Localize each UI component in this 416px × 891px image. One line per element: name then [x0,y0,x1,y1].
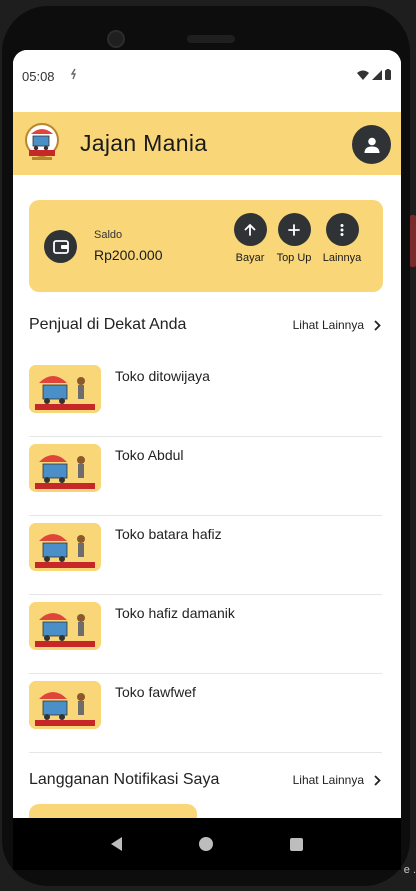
notification-card[interactable] [29,804,197,818]
list-item[interactable]: Toko Abdul [29,437,382,516]
sellers-see-more-label: Lihat Lainnya [292,318,364,332]
sellers-see-more-link[interactable]: Lihat Lainnya [293,318,381,332]
seller-image [29,365,101,413]
front-camera [107,30,125,48]
earpiece-speaker [187,35,235,43]
wifi-icon [357,70,369,80]
more-action[interactable]: Lainnya [317,213,367,266]
seller-image [29,681,101,729]
app-logo [25,123,59,160]
status-icons [357,69,391,80]
topup-label: Top Up [276,252,312,264]
arrow-up-icon [244,223,256,236]
recent-apps-icon[interactable] [289,837,303,851]
pay-label: Bayar [235,252,265,264]
topup-action[interactable]: Top Up [269,213,319,266]
side-button [410,215,416,267]
balance-label: Saldo [94,229,123,241]
seller-image [29,602,101,650]
seller-name: Toko Abdul [115,447,184,463]
sync-icon [69,68,79,83]
seller-name: Toko ditowijaya [115,368,210,384]
wallet-icon [52,239,69,254]
sellers-section-title: Penjual di Dekat Anda [29,316,187,333]
back-icon[interactable] [111,837,123,851]
more-label: Lainnya [322,252,362,264]
app-title: Jajan Mania [80,130,208,156]
list-item[interactable]: Toko ditowijaya [29,358,382,437]
chevron-right-icon [374,774,381,786]
seller-image [29,444,101,492]
phone-frame: 05:08 Jajan Mania Saldo Rp200.000 Bayar … [0,0,416,891]
list-item[interactable]: Toko batara hafiz [29,516,382,595]
status-bar: 05:08 [13,50,401,112]
corner-text: e . [403,864,416,876]
notif-see-more-label: Lihat Lainnya [292,773,364,787]
chevron-right-icon [374,319,381,331]
list-item[interactable]: Toko hafiz damanik [29,595,382,674]
pay-button[interactable] [233,213,267,246]
balance-card: Saldo Rp200.000 Bayar Top Up Lainnya [29,200,383,292]
plus-icon [288,223,300,236]
seller-image [29,523,101,571]
notif-section-header: Langganan Notifikasi Saya Lihat Lainnya [29,769,381,793]
user-icon [364,137,379,153]
more-button[interactable] [325,213,359,246]
seller-name: Toko fawfwef [115,684,196,700]
system-nav-bar [13,818,401,870]
more-vertical-icon [340,223,344,236]
list-item[interactable]: Toko fawfwef [29,674,382,753]
profile-button[interactable] [352,125,391,164]
seller-name: Toko hafiz damanik [115,605,235,621]
notif-see-more-link[interactable]: Lihat Lainnya [293,773,381,787]
seller-name: Toko batara hafiz [115,526,222,542]
status-time: 05:08 [22,69,55,84]
home-icon[interactable] [198,837,213,851]
signal-icon [372,69,382,80]
wallet-button[interactable] [44,230,77,263]
app-bar: Jajan Mania [13,112,401,175]
battery-icon [385,69,391,80]
topup-button[interactable] [277,213,311,246]
sellers-list: Toko ditowijaya Toko Abdul Toko batara h… [29,358,382,753]
sellers-section-header: Penjual di Dekat Anda Lihat Lainnya [29,314,381,338]
app-screen: 05:08 Jajan Mania Saldo Rp200.000 Bayar … [13,50,401,818]
pay-action[interactable]: Bayar [225,213,275,266]
balance-value: Rp200.000 [94,247,163,263]
notif-section-title: Langganan Notifikasi Saya [29,771,220,788]
